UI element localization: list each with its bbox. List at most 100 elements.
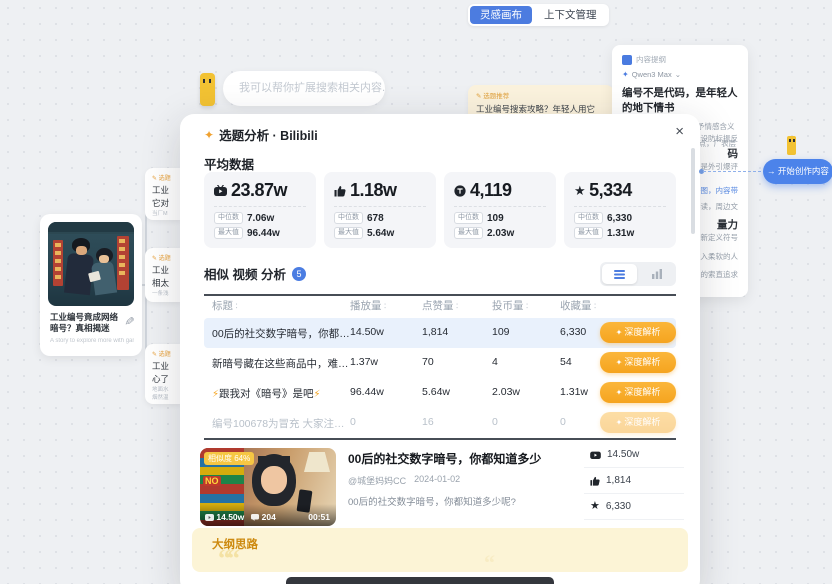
row-plays: 1.37w [350,356,378,368]
idea-card-text: 工业 [152,184,181,197]
idea-card-1[interactable]: ✎ 选题 工业 它对 当厂M [145,168,181,220]
max-value: 2.03w [487,228,514,239]
thumbs-up-icon [590,476,600,486]
row-likes: 16 [422,416,434,428]
row-title: 新暗号藏在这些商品中，难怪... [212,356,350,371]
tab-inspiration-canvas[interactable]: 灵感画布 [470,6,532,24]
idea-card-subtext: 烟然温 [152,394,181,403]
list-view-button[interactable] [602,264,637,284]
sparkle-icon: ✦ [616,418,623,427]
stat-card-likes: 1.18w 中位数678 最大值5.64w [324,172,436,248]
video-detail-card[interactable]: NO 相似度 64% 14.50w 204 00:51 00后的社交数字暗号，你… [192,442,688,530]
deep-analysis-button[interactable]: ✦深度解析 [600,382,676,403]
deep-analysis-button[interactable]: ✦深度解析 [600,322,676,343]
stat-value: 1.18w [350,180,397,201]
outline-panel-badge: 内容提纲 [636,54,666,65]
stat-card-plays: 23.87w 中位数7.06w 最大值96.44w [204,172,316,248]
lightning-icon: ⚡ [314,389,321,400]
median-value: 6,330 [607,213,632,224]
edit-pencil-icon[interactable]: ✎ [122,315,137,326]
max-tag: 最大值 [214,227,243,239]
assistant-mascot-icon [200,73,215,106]
video-stat-favorites: 6,330 [606,501,631,512]
outline-title: 编号不是代码，是年轻人的地下情书 [622,86,738,116]
table-row[interactable]: ⚡跟我对《暗号》是吧⚡ 96.44w 5.64w 2.03w 1.31w ✦深度… [204,378,676,408]
quote-icon: “ [484,550,495,572]
list-icon [614,270,625,279]
stat-value: 4,119 [470,180,512,201]
dashed-connector [703,171,761,172]
start-create-button[interactable]: → 开始创作内容 [763,159,832,184]
play-icon [590,450,601,459]
video-duration: 00:51 [308,512,330,522]
tab-context-management[interactable]: 上下文管理 [534,6,607,24]
deep-analysis-button[interactable]: ✦深度解析 [600,412,676,433]
view-switcher: 灵感画布 上下文管理 [468,4,609,26]
mini-mascot-icon [787,136,796,155]
video-author[interactable]: @城堡妈妈CC [348,474,406,487]
median-tag: 中位数 [454,212,483,224]
idea-card-subtext: 一条浅 [152,290,181,299]
analysis-spark-icon: ✦ [204,128,214,142]
star-icon: ★ [574,184,585,197]
outline-ideas-section: 大纲思路 ““ “ [192,528,688,572]
row-coins: 2.03w [492,386,520,398]
median-value: 7.06w [247,213,274,224]
quote-icon: ““ [218,544,236,572]
median-tag: 中位数 [574,212,603,224]
video-title[interactable]: 00后的社交数字暗号，你都知道多少 [348,450,541,467]
row-coins: 4 [492,356,498,368]
assistant-hint-bubble[interactable]: 我可以帮你扩展搜索相关内容... [223,71,385,106]
row-likes: 1,814 [422,326,448,338]
row-plays: 96.44w [350,386,384,398]
stat-value: 23.87w [231,180,287,201]
chart-view-button[interactable] [639,264,674,284]
median-tag: 中位数 [214,212,243,224]
idea-card-text: 相太 [152,277,181,290]
table-row[interactable]: 编号100678为冒充 大家注意... 0 16 0 0 ✦深度解析 [204,408,676,438]
star-icon: ★ [590,501,600,512]
row-title: ⚡跟我对《暗号》是吧⚡ [212,386,321,401]
max-value: 1.31w [607,228,634,239]
model-spark-icon: ✦ [622,70,629,79]
outline-fragment: 量力 [717,217,738,232]
deep-analysis-button[interactable]: ✦深度解析 [600,352,676,373]
col-header-favorites[interactable]: 收藏量 [560,298,596,313]
modal-scrollbar[interactable] [691,148,695,234]
table-row[interactable]: 新暗号藏在这些商品中，难怪... 1.37w 70 4 54 ✦深度解析 [204,348,676,378]
max-tag: 最大值 [334,227,363,239]
thumbs-up-icon [334,185,346,197]
col-header-coins[interactable]: 投币量 [492,298,528,313]
topic-analysis-modal: ✦ 选题分析 · Bilibili × 平均数据 23.87w 中位数7.06w… [180,114,700,584]
row-plays: 0 [350,416,356,428]
table-row[interactable]: 00后的社交数字暗号，你都知... 14.50w 1,814 109 6,330… [204,318,676,348]
outline-panel-icon [622,55,632,65]
row-favorites: 54 [560,356,572,368]
idea-card-text: 它对 [152,197,181,210]
col-header-plays[interactable]: 播放量 [350,298,386,313]
median-tag: 中位数 [334,212,363,224]
row-plays: 14.50w [350,326,384,338]
similar-count-badge: 5 [292,267,306,281]
max-tag: 最大值 [454,227,483,239]
row-title: 00后的社交数字暗号，你都知... [212,326,350,341]
close-icon[interactable]: × [675,123,684,140]
col-header-title[interactable]: 标题 [212,298,238,313]
chevron-down-icon[interactable]: ⌄ [675,70,681,79]
similarity-badge: 相似度 64% [204,452,254,465]
thumb-plays: 14.50w [216,512,244,522]
bar-chart-icon [652,269,662,279]
bottom-toolbar[interactable] [286,577,554,584]
play-icon [214,185,227,196]
topic-card[interactable]: 工业编号竟成网络暗号？真相揭迷 ✎ A story to explore mor… [40,214,142,356]
model-name: Qwen3 Max [632,70,672,79]
app-canvas: 灵感画布 上下文管理 我可以帮你扩展搜索相关内容... 工业编号竟成网络暗号？真… [0,0,832,584]
video-date: 2024-01-02 [414,474,460,487]
video-stat-likes: 1,814 [606,475,631,486]
modal-title: 选题分析 · Bilibili [219,125,318,144]
row-likes: 70 [422,356,434,368]
col-header-likes[interactable]: 点赞量 [422,298,458,313]
idea-card-3[interactable]: ✎ 选题 工业 心了 地面水 烟然温 [145,344,181,404]
idea-card-2[interactable]: ✎ 选题 工业 相太 一条浅 [145,248,181,302]
video-thumbnail[interactable]: NO 相似度 64% 14.50w 204 00:51 [200,448,336,526]
